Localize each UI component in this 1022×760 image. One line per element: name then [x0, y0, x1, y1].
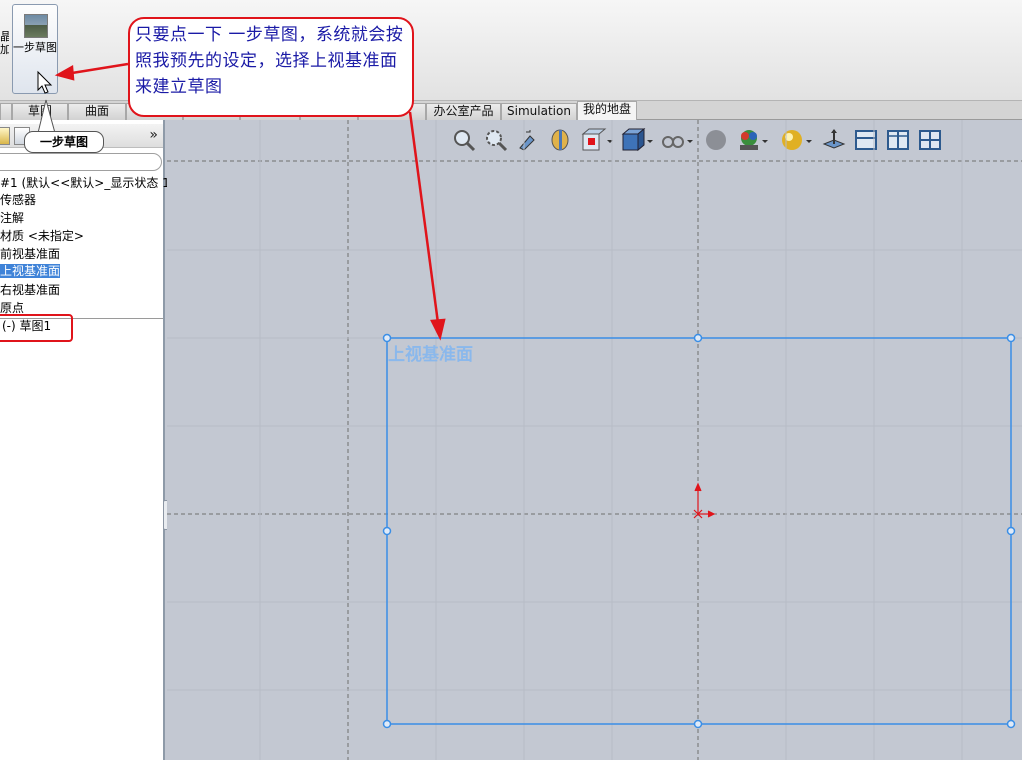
edit-appearance-icon[interactable]: [704, 128, 728, 152]
ribbon-cut-off-button-label[interactable]: 晶 加: [0, 30, 9, 70]
zoom-to-area-icon[interactable]: [484, 128, 508, 152]
two-view-vertical-icon[interactable]: [918, 128, 942, 152]
feature-tree-filter-input[interactable]: [0, 153, 162, 171]
one-step-sketch-label: 一步草图: [13, 41, 57, 54]
feature-manager-panel: » #1 (默认<<默认>_显示状态 1> 传感器 注解 材质 <未指定> 前视…: [0, 120, 180, 760]
feature-tree-tab-icon[interactable]: [0, 127, 10, 145]
sketch1-red-highlight-box: [0, 314, 73, 342]
single-view-icon[interactable]: [854, 128, 878, 152]
hide-show-items-icon[interactable]: [660, 128, 694, 152]
view-settings-icon[interactable]: [780, 128, 814, 152]
tree-item-part-config[interactable]: #1 (默认<<默认>_显示状态 1>: [0, 175, 180, 192]
tab-cut-off[interactable]: [0, 103, 12, 120]
tree-item-material[interactable]: 材质 <未指定>: [0, 228, 84, 245]
section-view-icon[interactable]: [548, 128, 572, 152]
tree-item-right-plane[interactable]: 右视基准面: [0, 282, 60, 299]
one-step-sketch-tooltip: 一步草图: [24, 131, 104, 153]
tab-my-space[interactable]: 我的地盘: [577, 101, 637, 121]
tab-simulation[interactable]: Simulation: [501, 103, 577, 120]
tree-item-front-plane[interactable]: 前视基准面: [0, 246, 60, 263]
tree-item-annotations[interactable]: 注解: [0, 210, 24, 227]
tab-sketch[interactable]: 草图: [12, 103, 68, 120]
one-step-sketch-button[interactable]: 一步草图: [12, 4, 58, 94]
normal-to-icon[interactable]: [822, 128, 846, 152]
view-orientation-icon[interactable]: [580, 128, 614, 152]
tree-item-top-plane[interactable]: 上视基准面: [0, 263, 61, 280]
two-view-horizontal-icon[interactable]: [886, 128, 910, 152]
tab-office-products[interactable]: 办公室产品: [426, 103, 501, 120]
previous-view-icon[interactable]: [516, 128, 540, 152]
tab-surface[interactable]: 曲面: [68, 103, 126, 120]
display-style-icon[interactable]: [620, 128, 654, 152]
zoom-to-fit-icon[interactable]: [452, 128, 476, 152]
apply-scene-icon[interactable]: [736, 128, 770, 152]
callout-text: 只要点一下 一步草图，系统就会按照我预先的设定，选择上视基准面来建立草图: [135, 25, 404, 97]
expand-panel-icon[interactable]: »: [149, 127, 158, 143]
tree-item-sensors[interactable]: 传感器: [0, 192, 36, 209]
annotation-callout: 只要点一下 一步草图，系统就会按照我预先的设定，选择上视基准面来建立草图: [128, 17, 414, 117]
graphics-area[interactable]: [167, 120, 1022, 760]
one-step-sketch-icon: [24, 14, 48, 38]
top-plane-label: 上视基准面: [388, 345, 473, 365]
